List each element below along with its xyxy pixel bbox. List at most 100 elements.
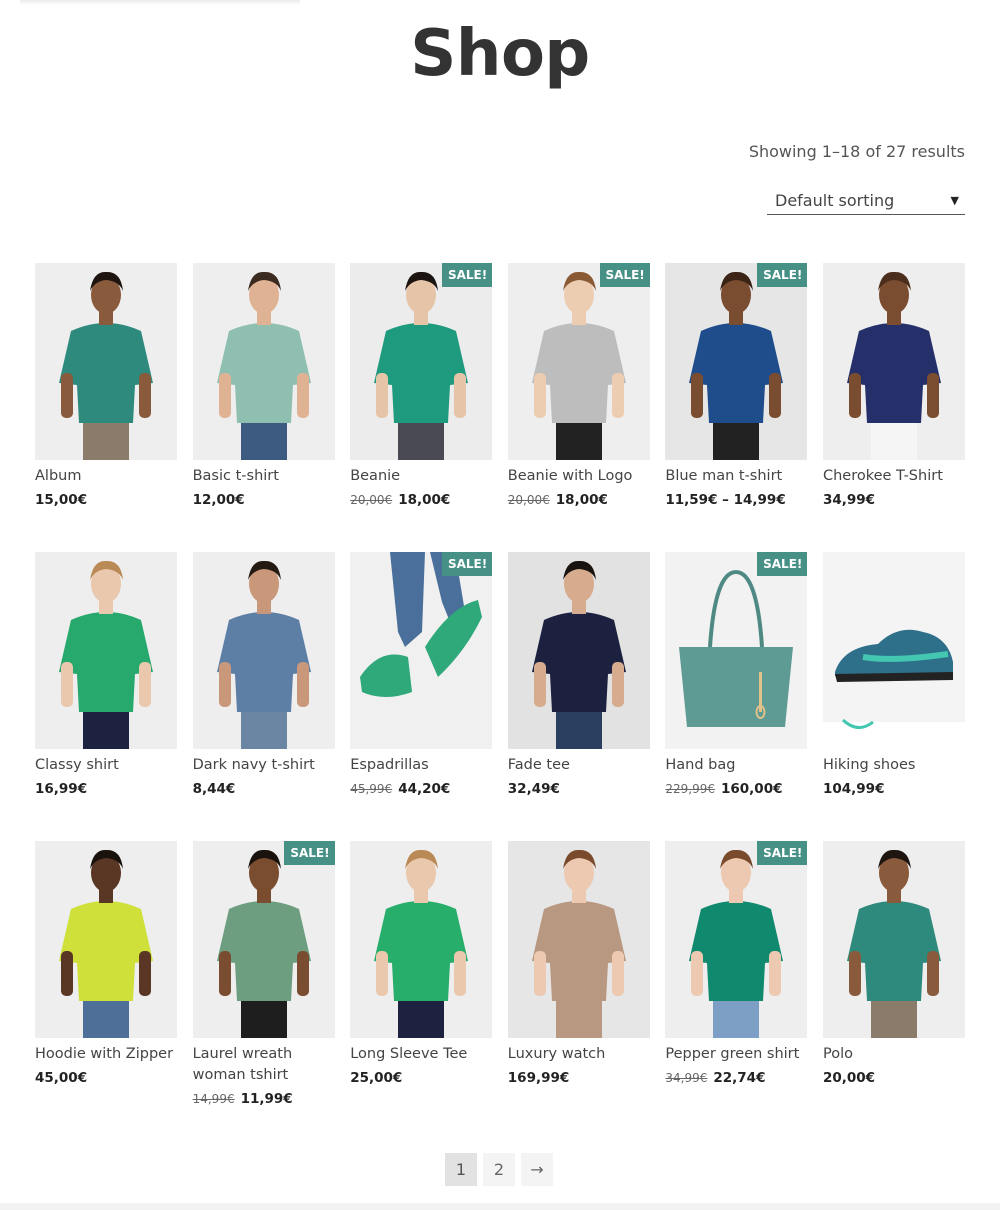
pagination: 1 2 → — [445, 1153, 553, 1186]
product-image[interactable]: SALE! — [350, 552, 493, 749]
product-card[interactable]: Hiking shoes 104,99€ — [822, 552, 965, 797]
product-name[interactable]: Hiking shoes — [823, 755, 965, 776]
product-price: 12,00€ — [193, 492, 335, 508]
header-edge — [20, 0, 300, 2]
product-image[interactable]: SALE! — [665, 552, 808, 749]
current-price: 8,44€ — [192, 781, 236, 797]
product-card[interactable]: SALE! Beanie with Logo 20,00€ 18,00€ — [507, 263, 650, 508]
current-price: 104,99€ — [822, 781, 885, 797]
sale-badge: SALE! — [757, 841, 808, 865]
product-name[interactable]: Long Sleeve Tee — [350, 1044, 492, 1065]
product-image[interactable]: SALE! — [192, 841, 335, 1038]
product-card[interactable]: Dark navy t-shirt 8,44€ — [192, 552, 335, 797]
product-price: 104,99€ — [823, 781, 965, 797]
product-price: 11,59€ – 14,99€ — [665, 492, 807, 508]
product-name[interactable]: Fade tee — [508, 755, 650, 776]
product-image[interactable] — [350, 841, 493, 1038]
current-price: 15,00€ — [35, 492, 88, 508]
current-price: 44,20€ — [398, 781, 451, 797]
product-name[interactable]: Laurel wreath woman tshirt — [193, 1044, 335, 1086]
current-price: 16,99€ — [35, 781, 88, 797]
product-name[interactable]: Polo — [823, 1044, 965, 1065]
product-name[interactable]: Espadrillas — [350, 755, 492, 776]
product-card[interactable]: Long Sleeve Tee 25,00€ — [350, 841, 493, 1086]
product-card[interactable]: Polo 20,00€ — [822, 841, 965, 1086]
product-card[interactable]: Basic t-shirt 12,00€ — [192, 263, 335, 508]
product-image[interactable]: SALE! — [350, 263, 493, 460]
sorting-select[interactable]: Default sorting ▼ — [767, 188, 965, 215]
original-price: 34,99€ — [665, 1071, 708, 1085]
sale-badge: SALE! — [757, 263, 808, 287]
product-card[interactable]: Classy shirt 16,99€ — [35, 552, 177, 797]
sorting-selected-value: Default sorting — [775, 191, 895, 210]
page-title: Shop — [410, 17, 590, 91]
product-card[interactable]: SALE! Hand bag 229,99€ 160,00€ — [665, 552, 808, 797]
current-price: 12,00€ — [192, 492, 245, 508]
product-image[interactable] — [192, 263, 335, 460]
original-price: 229,99€ — [665, 782, 715, 796]
sale-badge: SALE! — [284, 841, 335, 865]
product-price: 20,00€ — [823, 1070, 965, 1086]
product-card[interactable]: SALE! Beanie 20,00€ 18,00€ — [350, 263, 493, 508]
product-image[interactable]: SALE! — [665, 263, 808, 460]
product-image[interactable]: SALE! — [507, 263, 650, 460]
product-price: 20,00€ 18,00€ — [508, 492, 650, 508]
page-1-current: 1 — [445, 1153, 477, 1186]
product-image[interactable] — [192, 552, 335, 749]
product-name[interactable]: Pepper green shirt — [665, 1044, 807, 1065]
sale-badge: SALE! — [441, 263, 493, 287]
sale-badge: SALE! — [757, 552, 808, 576]
current-price: 25,00€ — [350, 1070, 403, 1086]
sale-badge: SALE! — [441, 552, 493, 576]
product-price: 34,99€ 22,74€ — [665, 1070, 807, 1086]
product-card[interactable]: SALE! Laurel wreath woman tshirt 14,99€ 11,… — [192, 841, 335, 1107]
current-price: 34,99€ — [822, 492, 876, 508]
product-name[interactable]: Luxury watch — [508, 1044, 650, 1065]
product-name[interactable]: Beanie — [350, 466, 492, 487]
product-name[interactable]: Basic t-shirt — [193, 466, 335, 487]
product-image[interactable] — [35, 552, 177, 749]
product-image[interactable]: SALE! — [665, 841, 808, 1038]
product-name[interactable]: Hand bag — [665, 755, 807, 776]
product-price: 169,99€ — [508, 1070, 650, 1086]
product-card[interactable]: SALE! Pepper green shirt 34,99€ 22,74€ — [665, 841, 808, 1086]
product-image[interactable] — [822, 841, 965, 1038]
product-price: 229,99€ 160,00€ — [665, 781, 807, 797]
current-price: 45,00€ — [35, 1070, 88, 1086]
product-card[interactable]: Cherokee T-Shirt 34,99€ — [822, 263, 965, 508]
product-card[interactable]: Hoodie with Zipper 45,00€ — [35, 841, 177, 1086]
product-name[interactable]: Beanie with Logo — [508, 466, 650, 487]
product-image[interactable] — [822, 552, 965, 749]
current-price: 11,59€ – 14,99€ — [665, 492, 786, 508]
product-price: 45,00€ — [35, 1070, 177, 1086]
current-price: 18,00€ — [555, 492, 608, 508]
product-price: 15,00€ — [35, 492, 177, 508]
product-card[interactable]: Album 15,00€ — [35, 263, 177, 508]
product-price: 32,49€ — [508, 781, 650, 797]
current-price: 160,00€ — [721, 781, 783, 797]
product-card[interactable]: SALE! Espadrillas 45,99€ 44,20€ — [350, 552, 493, 797]
product-name[interactable]: Cherokee T-Shirt — [823, 466, 965, 487]
current-price: 32,49€ — [507, 781, 560, 797]
product-image[interactable] — [822, 263, 965, 460]
product-name[interactable]: Blue man t-shirt — [665, 466, 807, 487]
current-price: 22,74€ — [713, 1070, 766, 1086]
current-price: 20,00€ — [822, 1070, 876, 1086]
product-card[interactable]: Luxury watch 169,99€ — [507, 841, 650, 1086]
product-image[interactable] — [35, 263, 177, 460]
product-name[interactable]: Classy shirt — [35, 755, 177, 776]
current-price: 18,00€ — [398, 492, 451, 508]
product-image[interactable] — [35, 841, 177, 1038]
next-page-arrow-icon[interactable]: → — [521, 1153, 553, 1186]
product-image[interactable] — [507, 552, 650, 749]
product-name[interactable]: Hoodie with Zipper — [35, 1044, 177, 1065]
product-name[interactable]: Album — [35, 466, 177, 487]
product-name[interactable]: Dark navy t-shirt — [193, 755, 335, 776]
product-card[interactable]: Fade tee 32,49€ — [507, 552, 650, 797]
page-2-link[interactable]: 2 — [483, 1153, 515, 1186]
product-image[interactable] — [507, 841, 650, 1038]
product-price: 45,99€ 44,20€ — [350, 781, 492, 797]
original-price: 14,99€ — [192, 1092, 235, 1106]
product-card[interactable]: SALE! Blue man t-shirt 11,59€ – 14,99€ — [665, 263, 808, 508]
product-price: 25,00€ — [350, 1070, 492, 1086]
